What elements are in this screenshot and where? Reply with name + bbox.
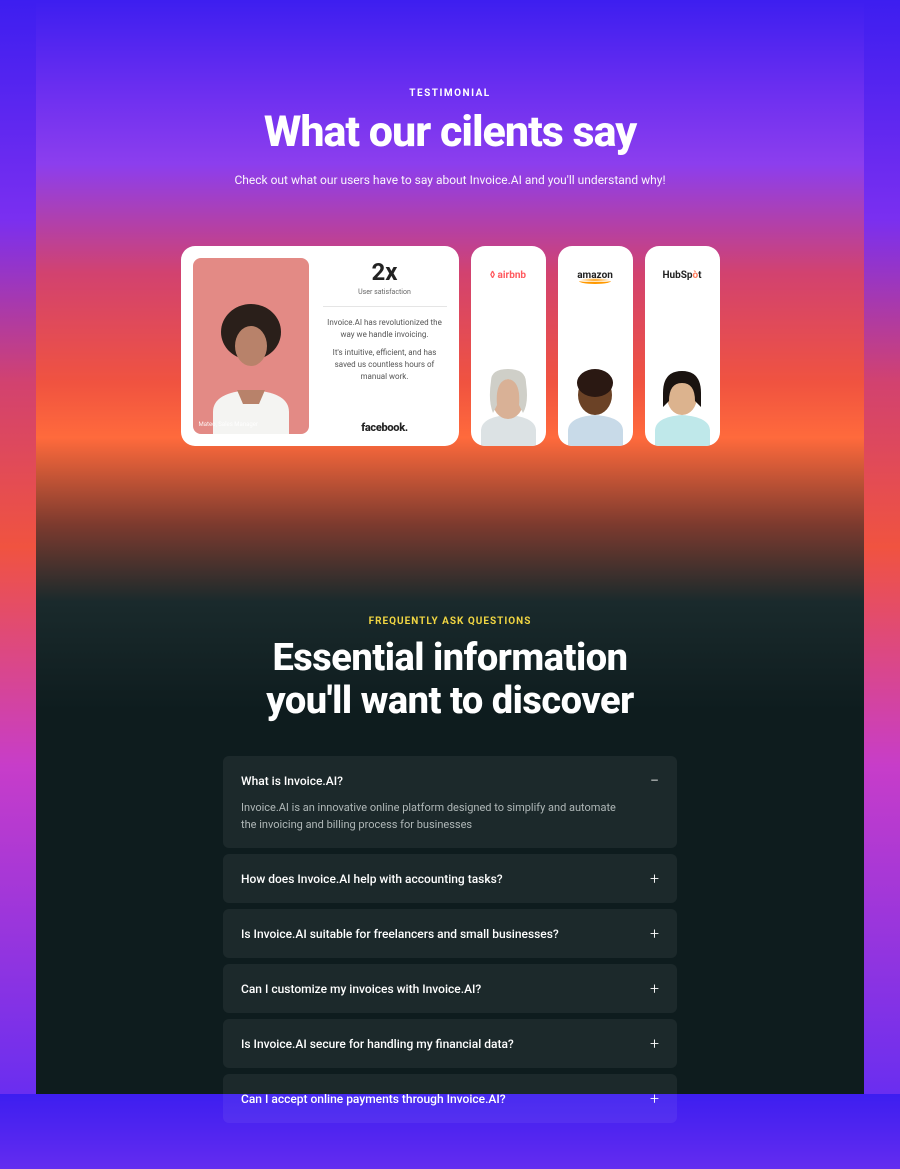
faq-eyebrow: FREQUENTLY ASK QUESTIONS <box>0 616 900 627</box>
brand-amazon-logo: amazon <box>577 270 613 281</box>
faq-item-toggle[interactable]: Can I customize my invoices with Invoice… <box>241 979 659 998</box>
testimonial-card-hubspot[interactable]: HubSpòt <box>645 246 720 446</box>
testimonial-eyebrow: TESTIMONIAL <box>0 88 900 99</box>
testimonial-title: What our cilents say <box>0 107 900 157</box>
faq-item: Is Invoice.AI suitable for freelancers a… <box>223 909 677 958</box>
testimonial-subtitle: Check out what our users have to say abo… <box>0 171 900 190</box>
brand-facebook: facebook. <box>323 421 447 434</box>
faq-item: Can I customize my invoices with Invoice… <box>223 964 677 1013</box>
faq-item-toggle[interactable]: What is Invoice.AI? − <box>241 771 659 790</box>
minus-icon: − <box>650 771 659 790</box>
divider <box>323 306 447 307</box>
plus-icon: + <box>650 869 659 888</box>
faq-question: Is Invoice.AI suitable for freelancers a… <box>241 927 559 941</box>
faq-question: What is Invoice.AI? <box>241 774 343 788</box>
faq-section: FREQUENTLY ASK QUESTIONS Essential infor… <box>0 616 900 1169</box>
testimonial-photo: Mateo, Sales Manager <box>193 258 309 434</box>
testimonial-stat: 2x <box>323 258 447 286</box>
brand-airbnb-logo: ◊ airbnb <box>490 270 526 281</box>
testimonial-desc: Invoice.AI has revolutionized the way we… <box>323 317 447 389</box>
faq-answer: Invoice.AI is an innovative online platf… <box>241 800 617 833</box>
faq-question: How does Invoice.AI help with accounting… <box>241 872 503 886</box>
faq-question: Is Invoice.AI secure for handling my fin… <box>241 1037 514 1051</box>
plus-icon: + <box>650 1034 659 1053</box>
plus-icon: + <box>650 979 659 998</box>
avatar <box>558 361 633 446</box>
testimonial-person-tag: Mateo, Sales Manager <box>199 421 258 428</box>
faq-item: What is Invoice.AI? − Invoice.AI is an i… <box>223 756 677 848</box>
faq-item-toggle[interactable]: Is Invoice.AI suitable for freelancers a… <box>241 924 659 943</box>
avatar <box>645 361 720 446</box>
testimonial-card-airbnb[interactable]: ◊ airbnb <box>471 246 546 446</box>
plus-icon: + <box>650 1089 659 1108</box>
faq-question: Can I customize my invoices with Invoice… <box>241 982 481 996</box>
faq-item-toggle[interactable]: How does Invoice.AI help with accounting… <box>241 869 659 888</box>
faq-item: Is Invoice.AI secure for handling my fin… <box>223 1019 677 1068</box>
faq-item-toggle[interactable]: Can I accept online payments through Inv… <box>241 1089 659 1108</box>
testimonial-card-amazon[interactable]: amazon <box>558 246 633 446</box>
plus-icon: + <box>650 924 659 943</box>
testimonial-main-card[interactable]: Mateo, Sales Manager 2x User satisfactio… <box>181 246 459 446</box>
testimonial-cards: Mateo, Sales Manager 2x User satisfactio… <box>0 246 900 446</box>
faq-list: What is Invoice.AI? − Invoice.AI is an i… <box>223 756 677 1123</box>
faq-item: Can I accept online payments through Inv… <box>223 1074 677 1123</box>
testimonial-section: TESTIMONIAL What our cilents say Check o… <box>0 0 900 446</box>
faq-title: Essential informationyou'll want to disc… <box>0 637 900 722</box>
avatar <box>471 361 546 446</box>
testimonial-stat-label: User satisfaction <box>323 288 447 296</box>
brand-hubspot-logo: HubSpòt <box>662 270 701 281</box>
faq-item: How does Invoice.AI help with accounting… <box>223 854 677 903</box>
faq-item-toggle[interactable]: Is Invoice.AI secure for handling my fin… <box>241 1034 659 1053</box>
